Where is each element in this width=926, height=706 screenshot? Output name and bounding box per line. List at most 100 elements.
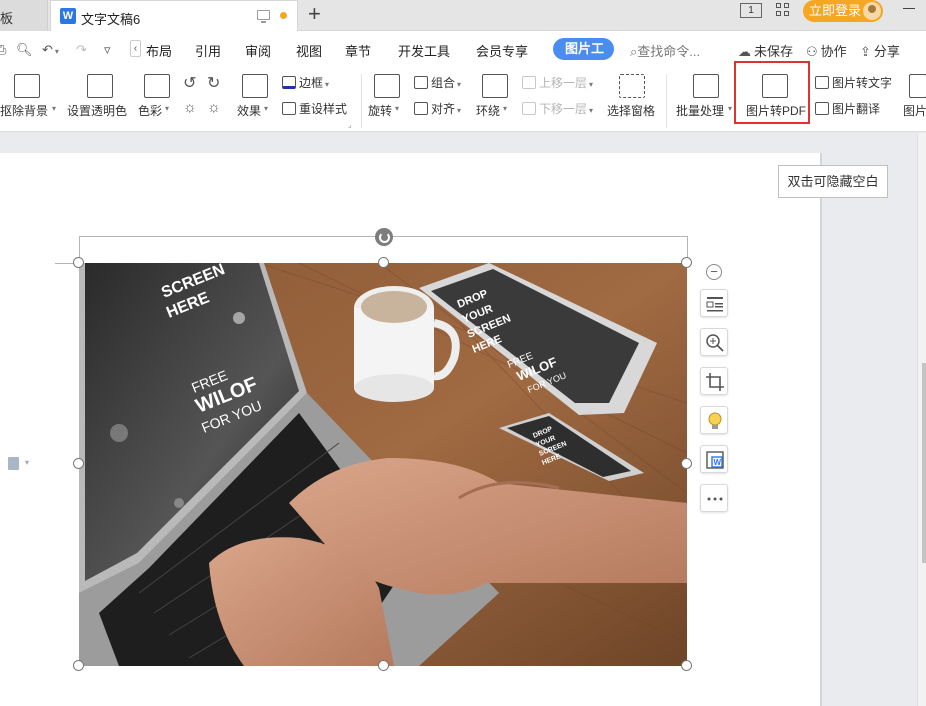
customize-qa-icon[interactable]: ▿ [104, 42, 111, 58]
send-backward-icon [522, 102, 536, 115]
more-icon [707, 497, 723, 501]
menu-layout[interactable]: 布局 [146, 41, 172, 60]
more-tools-button[interactable] [700, 484, 728, 512]
resize-handle-top-right[interactable] [681, 257, 692, 268]
menu-scroll-left-icon[interactable]: ‹ [130, 40, 141, 57]
remove-background-button[interactable]: 抠除背景 ▾ [0, 68, 58, 130]
print-icon[interactable]: ⎙ [0, 42, 6, 58]
menu-developer[interactable]: 开发工具 [398, 41, 450, 60]
batch-check-icon [693, 74, 719, 98]
wrap-button[interactable]: 环绕 ▾ [476, 68, 512, 130]
undo-icon[interactable]: ↶ ▾ [42, 42, 59, 58]
picture-more-label: 图片 [903, 104, 926, 118]
tab-document[interactable]: W 文字文稿6 [50, 0, 298, 31]
border-icon [282, 76, 296, 89]
reset-style-button[interactable]: 重设样式 [282, 100, 347, 117]
layout-options-button[interactable] [700, 289, 728, 317]
rotate-label: 旋转 [368, 104, 393, 118]
effects-button[interactable]: 效果 ▾ [237, 68, 273, 130]
bring-forward-label: 上移一层 [539, 76, 588, 90]
menu-view[interactable]: 视图 [296, 41, 322, 60]
image-to-doc-icon: W [706, 451, 724, 469]
menu-member[interactable]: 会员专享 [476, 41, 528, 60]
cloud-icon: ☁ [738, 44, 751, 59]
rotate-button[interactable]: 旋转 ▾ [368, 68, 404, 130]
brightness-up-icon[interactable]: ☼ [183, 99, 197, 116]
tab-previous[interactable]: 板 [0, 0, 48, 31]
border-button[interactable]: 边框 ▾ [282, 74, 329, 91]
image-to-doc-button[interactable]: W [700, 445, 728, 473]
send-backward-button[interactable]: 下移一层 ▾ [522, 100, 593, 117]
zoom-in-icon [706, 334, 724, 352]
resize-handle-top[interactable] [378, 257, 389, 268]
remove-background-label: 抠除背景 [0, 104, 49, 118]
ribbon-divider [666, 74, 667, 128]
hide-blank-button[interactable]: 双击可隐藏空白 [778, 165, 888, 198]
print-preview-icon[interactable]: 🔍︎ [16, 42, 33, 58]
selected-picture[interactable]: SCREEN HERE FREE WILOF FOR YOU DROP YOUR… [79, 263, 687, 666]
resize-handle-top-left[interactable] [73, 257, 84, 268]
set-transparent-button[interactable]: 设置透明色 [67, 68, 131, 130]
bring-forward-icon [522, 76, 536, 89]
share-label: 分享 [873, 44, 900, 59]
selection-pane-button[interactable]: 选择窗格 [607, 68, 657, 130]
share-button[interactable]: ⇪ 分享 [860, 41, 900, 60]
batch-process-button[interactable]: 批量处理 ▾ [676, 68, 734, 130]
menu-review[interactable]: 审阅 [245, 41, 271, 60]
color-label: 色彩 [138, 104, 163, 118]
collapse-tools-icon[interactable]: − [706, 264, 722, 280]
menu-references[interactable]: 引用 [195, 41, 221, 60]
page-count-icon[interactable]: 1 [740, 3, 762, 18]
rotate-handle[interactable] [375, 228, 393, 246]
brightness-down-icon[interactable]: ☼ [207, 99, 221, 116]
send-backward-label: 下移一层 [539, 102, 588, 116]
page-nav-icon[interactable] [8, 457, 19, 470]
redo-icon[interactable]: ↷ [76, 42, 87, 58]
bring-forward-button[interactable]: 上移一层 ▾ [522, 74, 593, 91]
resize-handle-bottom-right[interactable] [681, 660, 692, 671]
effects-icon [242, 74, 268, 98]
idea-bulb-icon [708, 412, 722, 429]
picture-more-button[interactable]: 图片 [903, 68, 926, 130]
resize-handle-bottom[interactable] [378, 660, 389, 671]
transparent-color-icon [87, 74, 113, 98]
align-button[interactable]: 对齐 ▾ [414, 100, 461, 117]
unsaved-button[interactable]: ☁ 未保存 [738, 41, 793, 60]
new-tab-button[interactable]: + [308, 3, 321, 25]
tab-document-title: 文字文稿6 [81, 12, 141, 27]
selection-pane-icon [619, 74, 645, 98]
remove-background-icon [14, 74, 40, 98]
title-tab-bar: 板 W 文字文稿6 + 1 立即登录 [0, 0, 926, 31]
minimize-icon[interactable] [903, 8, 915, 9]
login-button[interactable]: 立即登录 [803, 0, 883, 22]
resize-handle-right[interactable] [681, 458, 692, 469]
crop-button[interactable] [700, 367, 728, 395]
picture-translate-button[interactable]: 图片翻译 [815, 100, 880, 117]
apps-grid-icon[interactable] [776, 3, 790, 17]
picture-to-text-icon [815, 76, 829, 89]
group-button[interactable]: 组合 ▾ [414, 74, 461, 91]
ribbon-divider [361, 74, 362, 128]
color-button[interactable]: 色彩 ▾ [138, 68, 174, 130]
unsaved-dot-icon [280, 12, 287, 19]
effects-label: 效果 [237, 104, 262, 118]
svg-text:W: W [714, 458, 722, 467]
menu-section[interactable]: 章节 [345, 41, 371, 60]
command-search[interactable]: ⌕查找命令... [630, 41, 700, 60]
picture-settings-launcher-icon[interactable]: ⌟ [348, 120, 352, 129]
idea-button[interactable] [700, 406, 728, 434]
tab-picture-tools[interactable]: 图片工具 [553, 38, 614, 60]
group-label: 组合 [431, 76, 456, 90]
resize-handle-left[interactable] [73, 458, 84, 469]
picture-to-text-button[interactable]: 图片转文字 [815, 74, 892, 91]
batch-process-label: 批量处理 [676, 104, 725, 118]
rotate-left-icon[interactable]: ↺ [183, 73, 196, 93]
collaborate-button[interactable]: ⚇ 协作 [806, 41, 847, 60]
resize-handle-bottom-left[interactable] [73, 660, 84, 671]
rotate-right-icon[interactable]: ↻ [207, 73, 220, 93]
zoom-in-button[interactable] [700, 328, 728, 356]
page-nav-caret-icon[interactable]: ▾ [25, 458, 29, 467]
avatar-icon [863, 2, 881, 20]
scrollbar-thumb[interactable] [922, 363, 926, 563]
monitor-icon[interactable] [257, 10, 270, 23]
